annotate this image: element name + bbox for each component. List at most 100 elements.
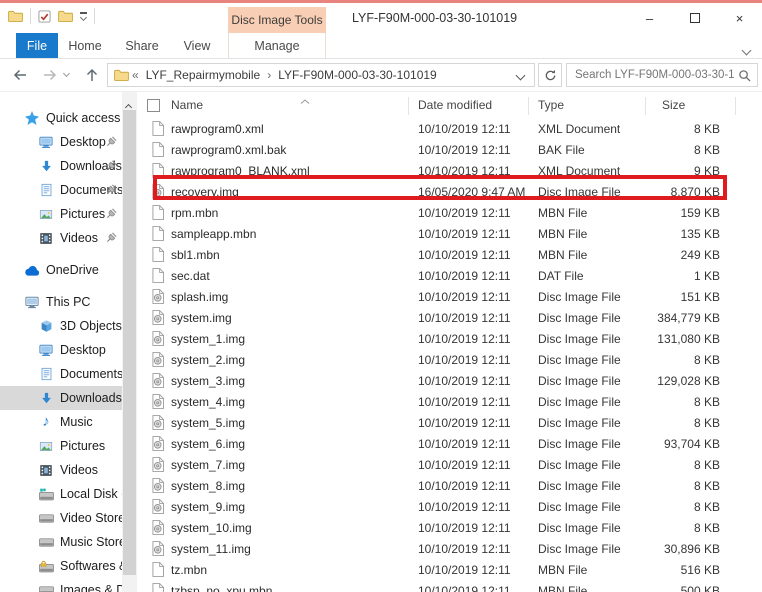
sidebar-item-video-store[interactable]: Video Store ( [0,506,122,530]
search-input[interactable] [567,69,738,81]
sidebar-item-this-pc[interactable]: This PC [0,290,122,314]
table-row[interactable]: system_7.img 10/10/2019 12:11 Disc Image F… [137,454,762,475]
folder-icon[interactable] [8,10,23,22]
pin-icon [106,160,117,174]
disc-image-file-icon [137,289,171,304]
tab-view[interactable]: View [174,33,220,58]
close-button[interactable]: × [717,3,762,33]
pin-icon [106,232,117,246]
table-row[interactable]: system_3.img 10/10/2019 12:11 Disc Image F… [137,370,762,391]
file-type: Disc Image File [538,373,621,388]
column-header-date-modified[interactable]: Date modified [418,98,538,112]
sidebar-item-documents[interactable]: Documents [0,362,122,386]
table-row[interactable]: rpm.mbn 10/10/2019 12:11 MBN File 159 KB [137,202,762,223]
breadcrumb-overflow[interactable]: « [129,68,142,82]
file-date-modified: 10/10/2019 12:11 [418,163,511,178]
sidebar-item-label: Desktop [60,343,106,357]
maximize-button[interactable] [672,3,717,33]
sidebar-item-softwares[interactable]: Softwares & [0,554,122,578]
tab-share[interactable]: Share [118,33,166,58]
sidebar-item-videos[interactable]: Videos [0,226,122,250]
sidebar-item-downloads[interactable]: Downloads [0,154,122,178]
table-row[interactable]: rawprogram0.xml 10/10/2019 12:11 XML Docum… [137,118,762,139]
table-row[interactable]: system_5.img 10/10/2019 12:11 Disc Image F… [137,412,762,433]
minimize-button[interactable]: – [627,3,672,33]
tab-manage[interactable]: Manage [228,33,326,58]
address-dropdown-chevron-icon[interactable] [515,68,526,82]
navigation-pane-scrollbar[interactable] [122,92,137,592]
recent-locations-chevron-icon[interactable] [62,69,71,78]
table-row[interactable]: sec.dat 10/10/2019 12:11 DAT File 1 KB [137,265,762,286]
table-row[interactable]: system_1.img 10/10/2019 12:11 Disc Image F… [137,328,762,349]
table-row[interactable]: tz.mbn 10/10/2019 12:11 MBN File 516 KB [137,559,762,580]
search-icon[interactable] [738,69,751,82]
column-header-name[interactable]: Name [171,98,418,112]
scrollbar-thumb[interactable] [123,110,136,575]
table-row[interactable]: splash.img 10/10/2019 12:11 Disc Image Fil… [137,286,762,307]
sidebar-item-label: Pictures [60,207,106,221]
table-row[interactable]: system_10.img 10/10/2019 12:11 Disc Image … [137,517,762,538]
breadcrumb-parent-folder[interactable]: LYF_Repairmymobile [142,68,265,82]
table-row[interactable]: sbl1.mbn 10/10/2019 12:11 MBN File 249 KB [137,244,762,265]
sidebar-item-quick-access[interactable]: Quick access [0,106,122,130]
forward-button[interactable] [42,67,58,83]
back-button[interactable] [12,67,28,83]
sidebar-item-images-do[interactable]: Images & Do [0,578,122,592]
file-date-modified: 10/10/2019 12:11 [418,247,511,262]
video-icon [38,464,54,477]
breadcrumb-current-folder[interactable]: LYF-F90M-000-03-30-101019 [274,68,441,82]
sidebar-item-desktop[interactable]: Desktop [0,338,122,362]
table-row[interactable]: system_6.img 10/10/2019 12:11 Disc Image F… [137,433,762,454]
table-row[interactable]: sampleapp.mbn 10/10/2019 12:11 MBN File 135… [137,223,762,244]
tab-home[interactable]: Home [64,33,106,58]
column-header-size[interactable]: Size [648,98,735,112]
file-size: 151 KB [680,289,720,304]
expand-ribbon-chevron-icon[interactable] [741,41,752,59]
file-size: 131,080 KB [657,331,720,346]
column-header-type[interactable]: Type [538,98,648,112]
sidebar-item-label: OneDrive [46,263,99,277]
sidebar-item-music[interactable]: ♪ Music [0,410,122,434]
table-row[interactable]: system_9.img 10/10/2019 12:11 Disc Image F… [137,496,762,517]
column-divider[interactable] [645,97,646,115]
customize-toolbar-chevron-icon[interactable] [79,12,88,21]
new-folder-icon[interactable] [58,10,73,22]
up-button[interactable] [84,67,100,83]
select-all-checkbox[interactable] [147,99,160,112]
column-divider[interactable] [735,97,736,115]
sidebar-item-documents[interactable]: Documents [0,178,122,202]
column-divider[interactable] [528,97,529,115]
file-size: 1 KB [693,268,720,283]
properties-check-icon[interactable] [38,9,51,23]
sidebar-item-videos[interactable]: Videos [0,458,122,482]
table-row[interactable]: system.img 10/10/2019 12:11 Disc Image Fil… [137,307,762,328]
table-row[interactable]: system_8.img 10/10/2019 12:11 Disc Image F… [137,475,762,496]
sidebar-item-music-store[interactable]: Music Store ( [0,530,122,554]
address-bar[interactable]: « LYF_Repairmymobile › LYF-F90M-000-03-3… [107,63,535,87]
table-row[interactable]: rawprogram0_BLANK.xml 10/10/2019 12:11 XML… [137,160,762,181]
file-type: Disc Image File [538,478,621,493]
table-row[interactable]: system_4.img 10/10/2019 12:11 Disc Image F… [137,391,762,412]
file-size: 93,704 KB [663,436,720,451]
file-rows: rawprogram0.xml 10/10/2019 12:11 XML Docum… [137,118,762,592]
table-row[interactable]: rawprogram0.xml.bak 10/10/2019 12:11 BAK F… [137,139,762,160]
sidebar-item-label: Local Disk (C [60,487,122,501]
tab-file[interactable]: File [16,33,58,58]
file-size: 500 KB [680,583,720,592]
sidebar-item-3d-objects[interactable]: 3D Objects [0,314,122,338]
sidebar-item-onedrive[interactable]: OneDrive [0,258,122,282]
table-row[interactable]: tzbsp_no_xpu.mbn 10/10/2019 12:11 MBN File… [137,580,762,592]
refresh-button[interactable] [538,63,562,87]
drive-icon [38,537,54,547]
sidebar-item-pictures[interactable]: Pictures [0,434,122,458]
table-row[interactable]: system_11.img 10/10/2019 12:11 Disc Image … [137,538,762,559]
table-row[interactable]: recovery.img 16/05/2020 9:47 AM Disc Image… [137,181,762,202]
sidebar-item-downloads[interactable]: Downloads [0,386,122,410]
column-divider[interactable] [408,97,409,115]
sidebar-item-desktop[interactable]: Desktop [0,130,122,154]
sidebar-item-local-disk-c[interactable]: Local Disk (C [0,482,122,506]
file-icon [137,247,171,262]
sidebar-item-pictures[interactable]: Pictures [0,202,122,226]
maximize-icon [689,13,700,23]
table-row[interactable]: system_2.img 10/10/2019 12:11 Disc Image F… [137,349,762,370]
